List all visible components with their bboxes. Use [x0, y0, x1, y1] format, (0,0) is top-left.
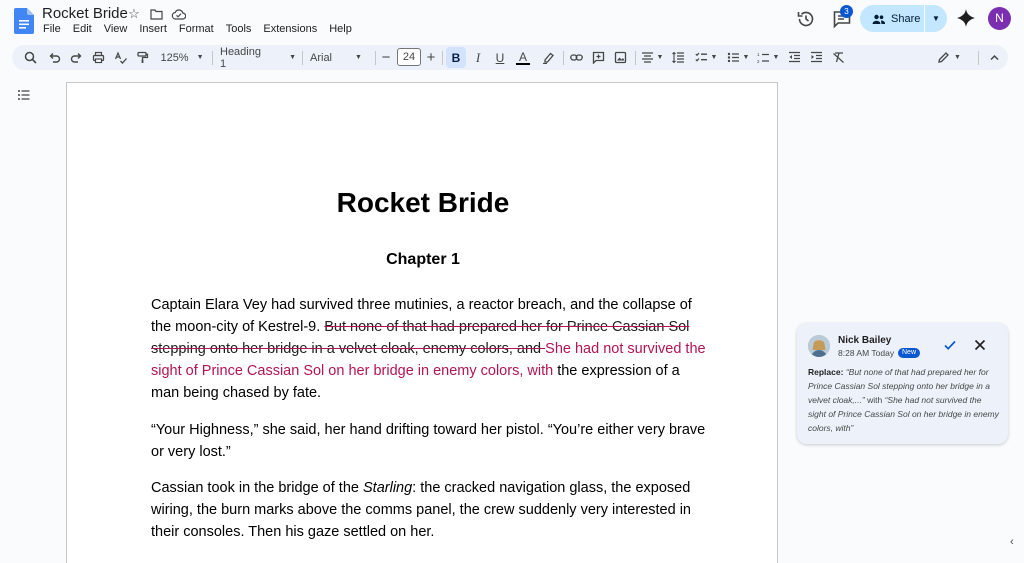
- undo-icon[interactable]: [44, 45, 64, 70]
- share-button-group: Share ▼: [860, 5, 947, 32]
- svg-text:2: 2: [757, 59, 760, 64]
- add-comment-icon[interactable]: [588, 45, 608, 70]
- paint-format-icon[interactable]: [132, 45, 152, 70]
- docs-logo-icon[interactable]: [14, 8, 34, 34]
- comments-count-badge: 3: [840, 5, 853, 18]
- style-caret-icon: ▼: [289, 54, 296, 61]
- zoom-value: 125%: [160, 51, 189, 64]
- gemini-sparkle-icon[interactable]: [957, 9, 975, 27]
- zoom-select[interactable]: 125% ▼: [158, 45, 206, 70]
- version-history-icon[interactable]: [796, 9, 816, 29]
- share-button[interactable]: Share: [860, 5, 924, 32]
- paragraph-style-select[interactable]: Heading 1 ▼: [220, 45, 296, 70]
- document-page[interactable]: Rocket Bride Chapter 1 Captain Elara Vey…: [66, 82, 778, 563]
- editing-mode-menu[interactable]: ▼: [934, 45, 964, 70]
- expand-side-panel-icon[interactable]: ‹: [1010, 536, 1024, 550]
- share-options-caret-icon[interactable]: ▼: [925, 14, 947, 23]
- insert-link-icon[interactable]: [566, 45, 586, 70]
- chapter-heading: Chapter 1: [386, 251, 460, 268]
- reject-suggestion-close-icon[interactable]: [973, 338, 987, 352]
- paragraph-3-text-start: Cassian took in the bridge of the: [151, 480, 363, 496]
- decrease-indent-icon[interactable]: [784, 45, 804, 70]
- menu-view[interactable]: View: [104, 23, 128, 35]
- comment-timestamp: 8:28 AM Today: [838, 348, 895, 358]
- italic-icon[interactable]: I: [469, 45, 487, 70]
- line-spacing-icon[interactable]: [668, 45, 688, 70]
- suggestion-comment-card[interactable]: Nick Bailey 8:28 AM Today New Replace: “…: [797, 323, 1008, 444]
- suggestion-text: Replace: “But none of that had prepared …: [808, 365, 1000, 435]
- star-icon[interactable]: ☆: [126, 6, 142, 22]
- people-icon: [872, 14, 885, 24]
- search-menus-icon[interactable]: [20, 45, 40, 70]
- checklist-menu[interactable]: ▼: [692, 45, 720, 70]
- increase-font-size-icon[interactable]: +: [423, 45, 439, 70]
- menu-extensions[interactable]: Extensions: [263, 23, 317, 35]
- bulleted-list-menu[interactable]: ▼: [724, 45, 752, 70]
- align-menu[interactable]: ▼: [638, 45, 666, 70]
- decrease-font-size-icon[interactable]: −: [378, 45, 394, 70]
- commenter-avatar: [808, 335, 830, 357]
- account-avatar[interactable]: N: [988, 7, 1011, 30]
- svg-text:1: 1: [757, 52, 760, 57]
- new-badge: New: [898, 348, 921, 358]
- numbered-list-menu[interactable]: 1 2 ▼: [754, 45, 782, 70]
- font-caret-icon: ▼: [355, 54, 362, 61]
- clear-formatting-icon[interactable]: [828, 45, 848, 70]
- highlight-color-icon[interactable]: [538, 45, 558, 70]
- ship-name: Starling: [363, 480, 413, 496]
- paragraph-2: “Your Highness,” she said, her hand drif…: [151, 422, 706, 460]
- font-value: Arial: [310, 51, 333, 64]
- insert-image-icon[interactable]: [610, 45, 630, 70]
- collapse-toolbar-icon[interactable]: [984, 45, 1004, 70]
- formatting-toolbar: 125% ▼ Heading 1 ▼ Arial ▼ − 24 + B I U A ▼…: [12, 45, 1008, 70]
- zoom-caret-icon: ▼: [196, 54, 204, 61]
- commenter-name: Nick Bailey: [838, 335, 892, 346]
- underline-icon[interactable]: U: [491, 45, 509, 70]
- title-bar: Rocket Bride ☆ File Edit View Insert For…: [0, 0, 1024, 42]
- menu-edit[interactable]: Edit: [73, 23, 92, 35]
- print-icon[interactable]: [88, 45, 108, 70]
- paragraph-1: Captain Elara Vey had survived three mut…: [151, 294, 707, 404]
- menu-tools[interactable]: Tools: [226, 23, 252, 35]
- font-select[interactable]: Arial ▼: [310, 45, 370, 70]
- cloud-saved-icon[interactable]: [170, 6, 186, 22]
- accept-suggestion-check-icon[interactable]: [943, 338, 957, 352]
- with-word: with: [867, 395, 883, 405]
- menu-file[interactable]: File: [43, 23, 61, 35]
- text-color-icon[interactable]: A: [513, 45, 533, 70]
- bold-button[interactable]: B: [446, 47, 466, 68]
- menu-help[interactable]: Help: [329, 23, 352, 35]
- document-title[interactable]: Rocket Bride: [42, 5, 128, 22]
- move-folder-icon[interactable]: [148, 6, 164, 22]
- redo-icon[interactable]: [66, 45, 86, 70]
- menu-bar: File Edit View Insert Format Tools Exten…: [43, 23, 352, 35]
- share-label: Share: [891, 12, 921, 25]
- document-outline-icon[interactable]: [13, 86, 35, 104]
- paragraph-style-value: Heading 1: [220, 45, 261, 70]
- menu-format[interactable]: Format: [179, 23, 214, 35]
- replace-label: Replace:: [808, 367, 844, 377]
- spellcheck-icon[interactable]: [110, 45, 130, 70]
- increase-indent-icon[interactable]: [806, 45, 826, 70]
- font-size-input[interactable]: 24: [397, 48, 421, 66]
- menu-insert[interactable]: Insert: [139, 23, 167, 35]
- document-heading-title: Rocket Bride: [336, 187, 510, 218]
- paragraph-3: Cassian took in the bridge of the Starli…: [151, 477, 707, 543]
